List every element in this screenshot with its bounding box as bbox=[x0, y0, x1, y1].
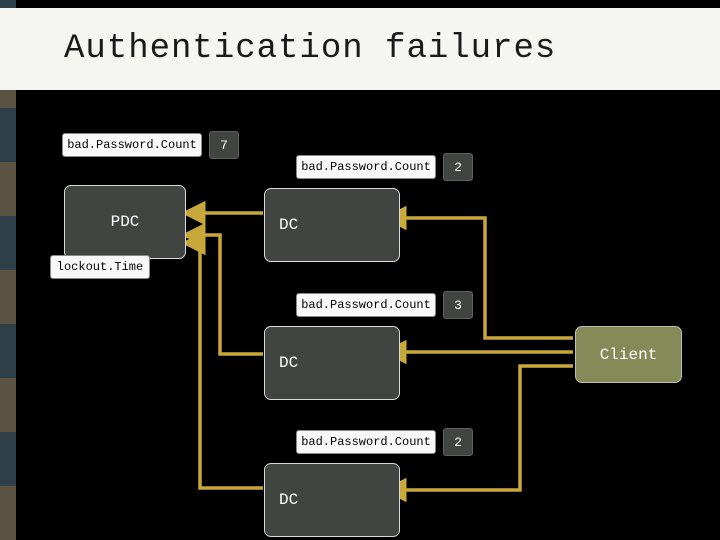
page-title: Authentication failures bbox=[64, 30, 556, 68]
dc2-badpasswordcount-label: bad.Password.Count bbox=[296, 293, 436, 317]
arrow-client-to-dc3 bbox=[387, 366, 573, 490]
pdc-badpasswordcount-label: bad.Password.Count bbox=[62, 133, 202, 157]
dc1-node: DC bbox=[264, 188, 400, 262]
dc3-badpasswordcount-label: bad.Password.Count bbox=[296, 430, 436, 454]
arrow-dc2-to-pdc bbox=[186, 235, 263, 354]
pdc-node: PDC bbox=[64, 185, 186, 259]
dc1-badpasswordcount-value: 2 bbox=[443, 153, 473, 181]
dc3-node: DC bbox=[264, 463, 400, 537]
title-bar: Authentication failures bbox=[0, 8, 720, 90]
client-node: Client bbox=[575, 326, 682, 383]
dc2-badpasswordcount-value: 3 bbox=[443, 291, 473, 319]
arrow-client-to-dc1 bbox=[387, 218, 573, 338]
dc2-label: DC bbox=[279, 354, 298, 372]
dc1-label: DC bbox=[279, 216, 298, 234]
dc2-node: DC bbox=[264, 326, 400, 400]
dc3-badpasswordcount-value: 2 bbox=[443, 428, 473, 456]
pdc-lockouttime-label: lockout.Time bbox=[50, 255, 150, 279]
pdc-badpasswordcount-value: 7 bbox=[209, 131, 239, 159]
dc3-label: DC bbox=[279, 491, 298, 509]
dc1-badpasswordcount-label: bad.Password.Count bbox=[296, 155, 436, 179]
arrow-dc3-to-pdc bbox=[186, 243, 263, 488]
client-label: Client bbox=[600, 346, 658, 364]
pdc-label: PDC bbox=[111, 213, 140, 231]
